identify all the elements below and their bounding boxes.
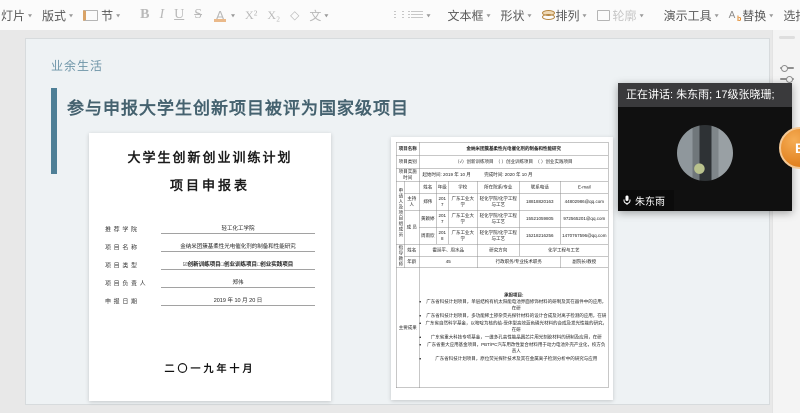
ribbon-toolbar: 灯片 ▾ 版式 ▾ 节 ▾ B I U S A ▾ X² X₂ ◇ 文 ▾ ▾ …	[0, 0, 800, 31]
achievements-intro: 承担项目:	[421, 292, 608, 298]
table-row: 申请人及项目组成员 姓名 年级 学校 所在院系/专业 联系电话 E-mail	[396, 181, 608, 193]
participant-name-chip: 朱东雨	[618, 190, 674, 211]
chevron-down-icon: ▾	[426, 11, 430, 18]
field-value: 2019 年 10 月 20 日	[161, 296, 315, 306]
table-row: 项目实施时间 起始时间: 2019 年 10 月 完成时间: 2020 年 10…	[396, 168, 608, 181]
panel-collapse-handle[interactable]	[779, 36, 795, 39]
participant-name: 朱东雨	[635, 193, 665, 208]
chevron-down-icon: ▾	[324, 11, 328, 18]
outline-label: 轮廓	[613, 7, 637, 24]
eraser-icon: ◇	[290, 8, 299, 22]
bold-button[interactable]: B	[135, 3, 154, 27]
chevron-down-icon: ▾	[486, 11, 490, 18]
new-slide-label: 灯片	[1, 7, 25, 24]
cover-field-row: 项 目 负 责 人 郑伟	[105, 278, 315, 288]
chevron-down-icon: ▾	[640, 11, 644, 18]
superscript-button[interactable]: X²	[240, 3, 262, 27]
cover-form-image[interactable]: 大学生创新创业训练计划 项目申报表 推 荐 学 院 轻工化工学院 项 目 名 称…	[89, 133, 331, 401]
chevron-down-icon: ▾	[583, 11, 587, 18]
replace-label: 替换	[742, 7, 766, 24]
field-label: 项 目 名 称	[105, 243, 161, 252]
table-row: 年龄 45 行政职务/专业技术职务 副院长/教授	[396, 256, 608, 268]
underline-button[interactable]: U	[169, 3, 189, 27]
clear-format-button[interactable]: ◇	[285, 3, 304, 27]
table-row: 主要成果 承担项目: 广东省科技计划项目，单层结构有机太阳能电池界面修饰材料的研…	[396, 268, 608, 388]
section-button[interactable]: 节 ▾	[78, 3, 125, 27]
accent-bar	[51, 88, 57, 174]
cover-footer-date: 二〇一九年十月	[105, 360, 315, 375]
replace-button[interactable]: Ab 替换 ▾	[724, 3, 779, 27]
chevron-down-icon: ▾	[715, 11, 719, 18]
presentation-tools-label: 演示工具	[664, 7, 712, 24]
section-icon	[83, 10, 98, 21]
slide-eyebrow-text: 业余生活	[51, 57, 103, 74]
cover-title-line2: 项目申报表	[105, 175, 315, 194]
arrange-button[interactable]: 排列 ▾	[537, 3, 592, 27]
outline-button[interactable]: 轮廓 ▾	[592, 3, 649, 27]
table-row: 成 员 黄颖婷 2017 广东工业大学 轻化学院/化学工程与工艺 1552105…	[396, 210, 608, 227]
field-value: 金纳米团簇基柔性光电催化剂的制备和性能研究	[161, 242, 315, 252]
layers-icon	[542, 10, 553, 21]
chevron-down-icon: ▾	[769, 11, 773, 18]
microphone-icon	[623, 195, 631, 206]
italic-button[interactable]: I	[154, 3, 169, 27]
avatar	[677, 125, 733, 181]
chevron-down-icon: ▾	[116, 11, 120, 18]
speaking-status-bar: 正在讲话: 朱东雨; 17级张晓珊;	[618, 83, 792, 107]
achievements-list: 广东省科技计划项目，单层结构有机太阳能电池界面修饰材料的研制及其在器件中的应用，…	[426, 298, 608, 362]
cover-title-line1: 大学生创新创业训练计划	[105, 147, 315, 166]
object-properties-icon	[780, 78, 794, 80]
font-color-button[interactable]: A ▾	[207, 3, 240, 27]
shapes-button[interactable]: 形状 ▾	[495, 3, 536, 27]
cover-fields: 推 荐 学 院 轻工化工学院 项 目 名 称 金纳米团簇基柔性光电催化剂的制备和…	[105, 224, 315, 320]
text-tool-button[interactable]: 文 ▾	[304, 3, 333, 27]
select-button[interactable]: 选择 ▾	[778, 3, 800, 27]
table-row: 主持人 郑伟 2017 广东工业大学 轻化学院/化学工程与工艺 18818820…	[396, 193, 608, 210]
textbox-label: 文本框	[447, 7, 483, 24]
text-convert-icon: 文	[309, 7, 321, 24]
meeting-video-overlay[interactable]: 正在讲话: 朱东雨; 17级张晓珊; 朱东雨	[618, 83, 792, 211]
strikethrough-button[interactable]: S	[189, 3, 207, 27]
field-label: 项 目 负 责 人	[105, 279, 161, 288]
cover-field-row: 项 目 名 称 金纳米团簇基柔性光电催化剂的制备和性能研究	[105, 242, 315, 252]
layout-button[interactable]: 版式 ▾	[37, 3, 78, 27]
outline-icon	[597, 10, 610, 21]
table-row: 项目名称 金纳米团簇基柔性光电催化剂的制备和性能研究	[396, 142, 608, 155]
subscript-button[interactable]: X₂	[262, 3, 285, 27]
arrange-label: 排列	[556, 7, 580, 24]
slide-heading: 参与申报大学生创新项目被评为国家级项目	[67, 94, 409, 119]
line-spacing-icon	[411, 11, 423, 20]
field-label: 项 目 类 型	[105, 261, 161, 270]
font-color-icon: A	[212, 8, 228, 23]
field-label: 推 荐 学 院	[105, 225, 161, 234]
select-label: 选择	[783, 7, 800, 24]
chevron-down-icon: ▾	[28, 11, 32, 18]
cover-field-row: 项 目 类 型 ☑创新训练项目□创业训练项目□创业实践项目	[105, 260, 315, 270]
table-row: 周雨欣 2018 广东工业大学 轻化学院/化学工程与工艺 15218216256…	[396, 227, 608, 244]
layout-label: 版式	[42, 7, 66, 24]
presentation-tools-button[interactable]: 演示工具 ▾	[659, 3, 724, 27]
detail-form-image[interactable]: 项目名称 金纳米团簇基柔性光电催化剂的制备和性能研究 项目类别 （√）创新训练项…	[391, 137, 613, 400]
field-label: 申 报 日 期	[105, 297, 161, 306]
table-row: 项目类别 （√）创新训练项目 （ ）创业训练项目 （ ）创业实践项目	[396, 155, 608, 168]
object-properties-icon[interactable]	[780, 67, 794, 69]
shapes-label: 形状	[500, 7, 524, 24]
textbox-button[interactable]: 文本框 ▾	[442, 3, 495, 27]
chevron-down-icon: ▾	[528, 11, 532, 18]
new-slide-button[interactable]: 灯片 ▾	[0, 3, 37, 27]
video-feed[interactable]: 朱东雨	[618, 107, 792, 211]
line-spacing-button[interactable]: ▾	[409, 3, 432, 27]
field-value: 郑伟	[161, 278, 315, 288]
cover-field-row: 申 报 日 期 2019 年 10 月 20 日	[105, 296, 315, 306]
field-value: 轻工化工学院	[161, 224, 315, 234]
replace-icon: Ab	[729, 10, 740, 21]
table-row: 指导教师 姓名 霍延平、周水品 研究方向 化学工程与工艺	[396, 244, 608, 256]
field-value: ☑创新训练项目□创业训练项目□创业实践项目	[161, 260, 315, 270]
chevron-down-icon: ▾	[231, 11, 235, 18]
chevron-down-icon: ▾	[69, 11, 73, 18]
cover-field-row: 推 荐 学 院 轻工化工学院	[105, 224, 315, 234]
application-table: 项目名称 金纳米团簇基柔性光电催化剂的制备和性能研究 项目类别 （√）创新训练项…	[396, 142, 609, 388]
section-label: 节	[101, 7, 113, 24]
